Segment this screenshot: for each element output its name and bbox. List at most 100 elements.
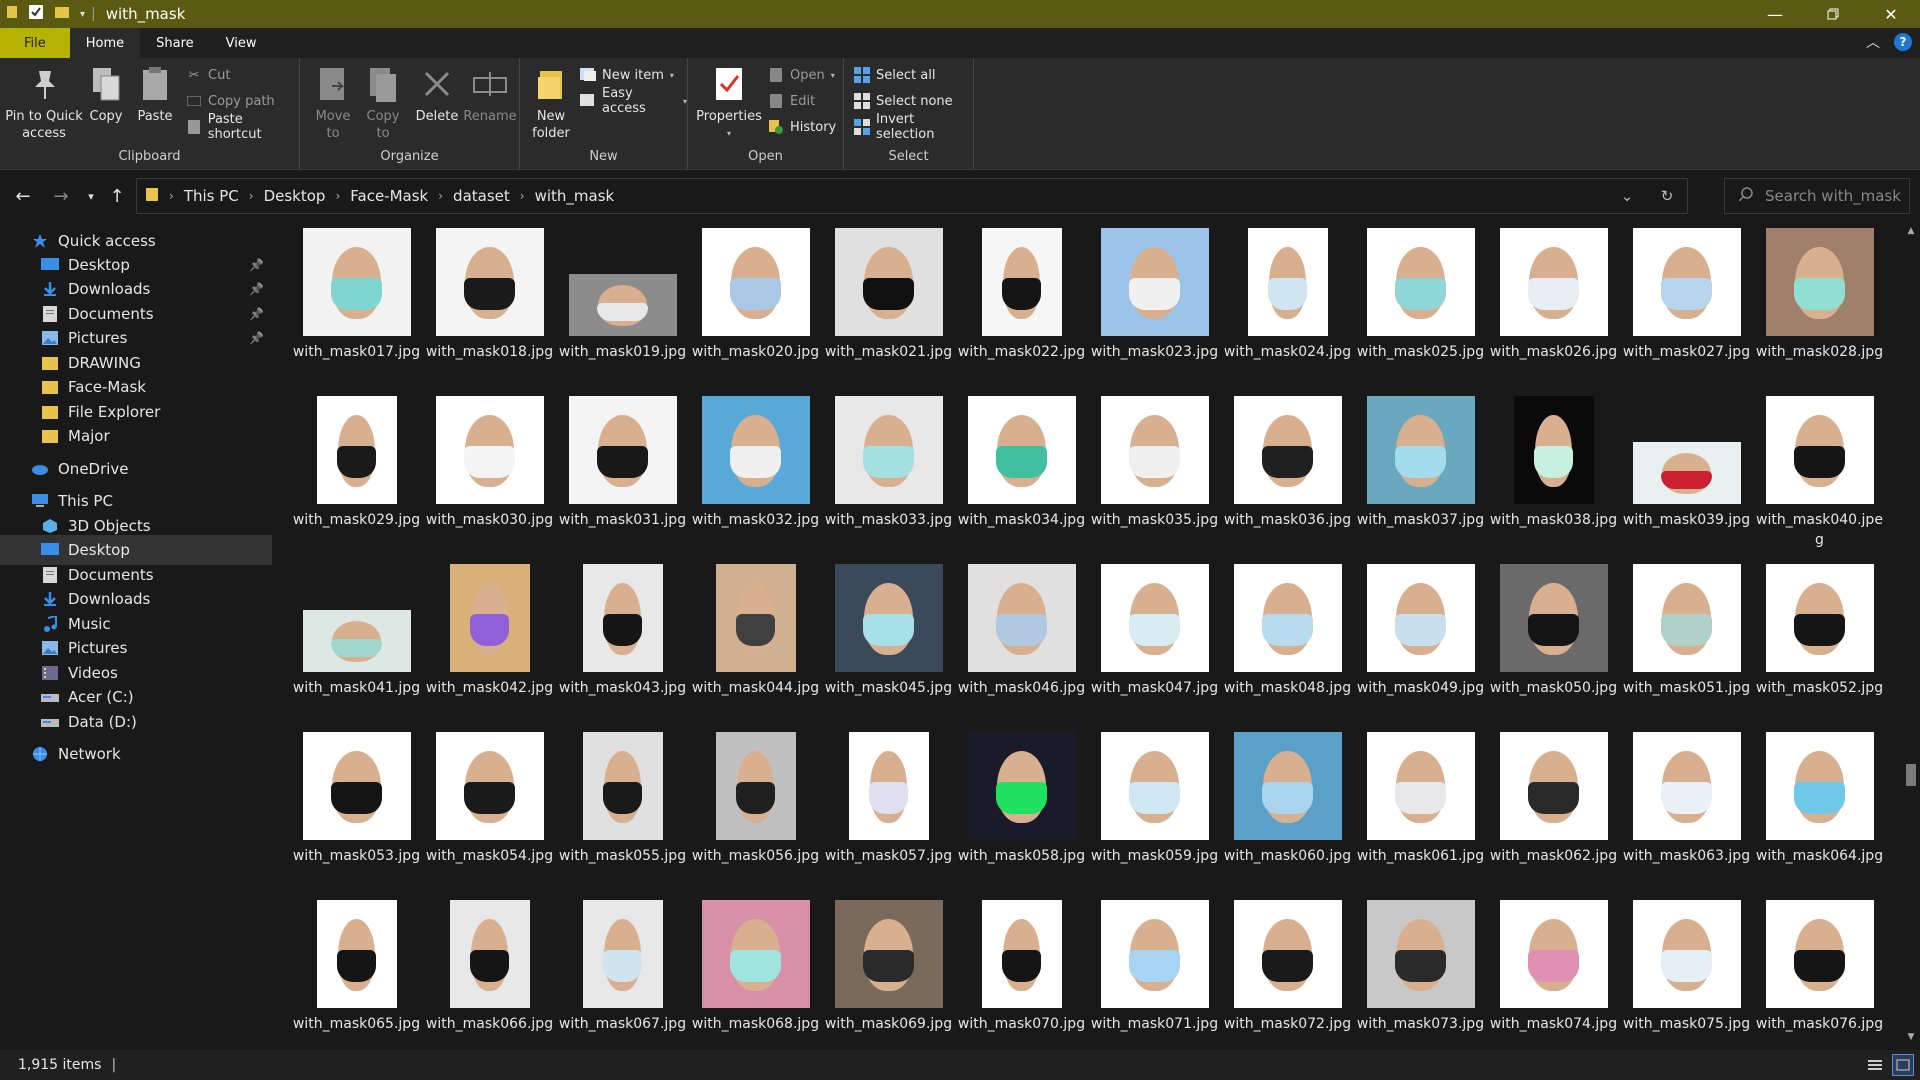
file-item[interactable]: with_mask048.jpg xyxy=(1221,558,1354,718)
scroll-down-icon[interactable]: ▼ xyxy=(1902,1032,1920,1042)
select-none-button[interactable]: Select none xyxy=(854,90,953,112)
file-item[interactable]: with_mask073.jpg xyxy=(1354,894,1487,1048)
file-item[interactable]: with_mask041.jpg xyxy=(290,558,423,718)
details-view-button[interactable] xyxy=(1864,1054,1886,1076)
tab-share[interactable]: Share xyxy=(140,28,210,58)
copy-path-button[interactable]: Copy path xyxy=(186,90,275,112)
file-item[interactable]: with_mask066.jpg xyxy=(423,894,556,1048)
file-item[interactable]: with_mask057.jpg xyxy=(822,726,955,886)
file-item[interactable]: with_mask056.jpg xyxy=(689,726,822,886)
edit-button[interactable]: Edit xyxy=(768,90,815,112)
move-to-button[interactable]: Move to xyxy=(312,64,354,142)
file-item[interactable]: with_mask030.jpg xyxy=(423,390,556,550)
scroll-up-icon[interactable]: ▲ xyxy=(1902,226,1920,236)
restore-button[interactable] xyxy=(1804,0,1862,28)
address-bar[interactable]: › This PC › Desktop › Face-Mask › datase… xyxy=(136,178,1688,214)
tab-view[interactable]: View xyxy=(210,28,273,58)
up-button[interactable]: ↑ xyxy=(102,181,132,211)
file-item[interactable]: with_mask054.jpg xyxy=(423,726,556,886)
file-item[interactable]: with_mask058.jpg xyxy=(955,726,1088,886)
easy-access-button[interactable]: Easy access ▾ xyxy=(580,86,687,116)
nav-item-onedrive[interactable]: OneDrive xyxy=(0,454,272,484)
collapse-ribbon-icon[interactable]: ︿ xyxy=(1866,32,1880,52)
file-item[interactable]: with_mask043.jpg xyxy=(556,558,689,718)
file-item[interactable]: with_mask053.jpg xyxy=(290,726,423,886)
file-item[interactable]: with_mask021.jpg xyxy=(822,222,955,382)
customize-toolbar-icon[interactable]: ▾ xyxy=(80,9,85,20)
file-item[interactable]: with_mask061.jpg xyxy=(1354,726,1487,886)
paste-shortcut-button[interactable]: Paste shortcut xyxy=(186,112,299,142)
large-icons-view-button[interactable] xyxy=(1892,1054,1914,1076)
invert-selection-button[interactable]: Invert selection xyxy=(854,112,973,142)
file-item[interactable]: with_mask049.jpg xyxy=(1354,558,1487,718)
file-item[interactable]: with_mask068.jpg xyxy=(689,894,822,1048)
new-folder-button[interactable]: New folder xyxy=(528,64,574,142)
file-item[interactable]: with_mask034.jpg xyxy=(955,390,1088,550)
file-item[interactable]: with_mask023.jpg xyxy=(1088,222,1221,382)
file-item[interactable]: with_mask022.jpg xyxy=(955,222,1088,382)
file-item[interactable]: with_mask062.jpg xyxy=(1487,726,1620,886)
copy-to-button[interactable]: Copy to xyxy=(362,64,404,142)
file-item[interactable]: with_mask065.jpg xyxy=(290,894,423,1048)
breadcrumb-dataset[interactable]: dataset xyxy=(453,187,510,205)
file-item[interactable]: with_mask028.jpg xyxy=(1753,222,1886,382)
file-item[interactable]: with_mask047.jpg xyxy=(1088,558,1221,718)
file-item[interactable]: with_mask044.jpg xyxy=(689,558,822,718)
file-item[interactable]: with_mask018.jpg xyxy=(423,222,556,382)
history-button[interactable]: History xyxy=(768,116,836,138)
file-item[interactable]: with_mask037.jpg xyxy=(1354,390,1487,550)
tab-home[interactable]: Home xyxy=(69,28,141,58)
file-item[interactable]: with_mask025.jpg xyxy=(1354,222,1487,382)
file-item[interactable]: with_mask076.jpg xyxy=(1753,894,1886,1048)
select-all-button[interactable]: Select all xyxy=(854,64,935,86)
close-button[interactable]: ✕ xyxy=(1862,0,1920,28)
file-item[interactable]: with_mask035.jpg xyxy=(1088,390,1221,550)
cut-button[interactable]: ✂ Cut xyxy=(186,64,231,86)
scrollbar-thumb[interactable] xyxy=(1906,764,1916,786)
file-item[interactable]: with_mask052.jpg xyxy=(1753,558,1886,718)
refresh-icon[interactable]: ↻ xyxy=(1647,179,1687,213)
file-item[interactable]: with_mask059.jpg xyxy=(1088,726,1221,886)
file-item[interactable]: with_mask072.jpg xyxy=(1221,894,1354,1048)
file-item[interactable]: with_mask027.jpg xyxy=(1620,222,1753,382)
file-item[interactable]: with_mask040.jpeg xyxy=(1753,390,1886,550)
file-item[interactable]: with_mask038.jpg xyxy=(1487,390,1620,550)
file-item[interactable]: with_mask070.jpg xyxy=(955,894,1088,1048)
delete-button[interactable]: Delete xyxy=(414,64,460,125)
file-item[interactable]: with_mask020.jpg xyxy=(689,222,822,382)
file-item[interactable]: with_mask045.jpg xyxy=(822,558,955,718)
breadcrumb-with-mask[interactable]: with_mask xyxy=(535,187,615,205)
minimize-button[interactable]: — xyxy=(1746,0,1804,28)
new-item-button[interactable]: New item ▾ xyxy=(580,64,674,86)
nav-item-network[interactable]: Network xyxy=(0,739,272,769)
file-item[interactable]: with_mask046.jpg xyxy=(955,558,1088,718)
breadcrumb-desktop[interactable]: Desktop xyxy=(264,187,326,205)
file-item[interactable]: with_mask067.jpg xyxy=(556,894,689,1048)
file-item[interactable]: with_mask024.jpg xyxy=(1221,222,1354,382)
file-item[interactable]: with_mask017.jpg xyxy=(290,222,423,382)
rename-button[interactable]: Rename xyxy=(463,64,517,125)
file-item[interactable]: with_mask060.jpg xyxy=(1221,726,1354,886)
file-item[interactable]: with_mask026.jpg xyxy=(1487,222,1620,382)
properties-button[interactable]: Properties ▾ xyxy=(696,64,762,142)
file-item[interactable]: with_mask019.jpg xyxy=(556,222,689,382)
breadcrumb-face-mask[interactable]: Face-Mask xyxy=(350,187,428,205)
open-button[interactable]: Open ▾ xyxy=(768,64,835,86)
file-item[interactable]: with_mask050.jpg xyxy=(1487,558,1620,718)
file-item[interactable]: with_mask032.jpg xyxy=(689,390,822,550)
address-dropdown-icon[interactable]: ⌄ xyxy=(1607,179,1647,213)
pin-to-quick-access-button[interactable]: Pin to Quick access xyxy=(4,64,84,142)
paste-button[interactable]: Paste xyxy=(134,64,176,125)
file-item[interactable]: with_mask042.jpg xyxy=(423,558,556,718)
file-item[interactable]: with_mask071.jpg xyxy=(1088,894,1221,1048)
tab-file[interactable]: File xyxy=(0,28,70,58)
search-input[interactable]: Search with_mask xyxy=(1724,178,1910,214)
forward-button[interactable]: → xyxy=(46,181,76,211)
file-item[interactable]: with_mask031.jpg xyxy=(556,390,689,550)
file-item[interactable]: with_mask036.jpg xyxy=(1221,390,1354,550)
nav-item-data-d[interactable]: Data (D:) xyxy=(0,707,272,737)
file-item[interactable]: with_mask029.jpg xyxy=(290,390,423,550)
breadcrumb-this-pc[interactable]: This PC xyxy=(184,187,239,205)
nav-item-major[interactable]: Major xyxy=(0,421,272,451)
back-button[interactable]: ← xyxy=(8,181,38,211)
